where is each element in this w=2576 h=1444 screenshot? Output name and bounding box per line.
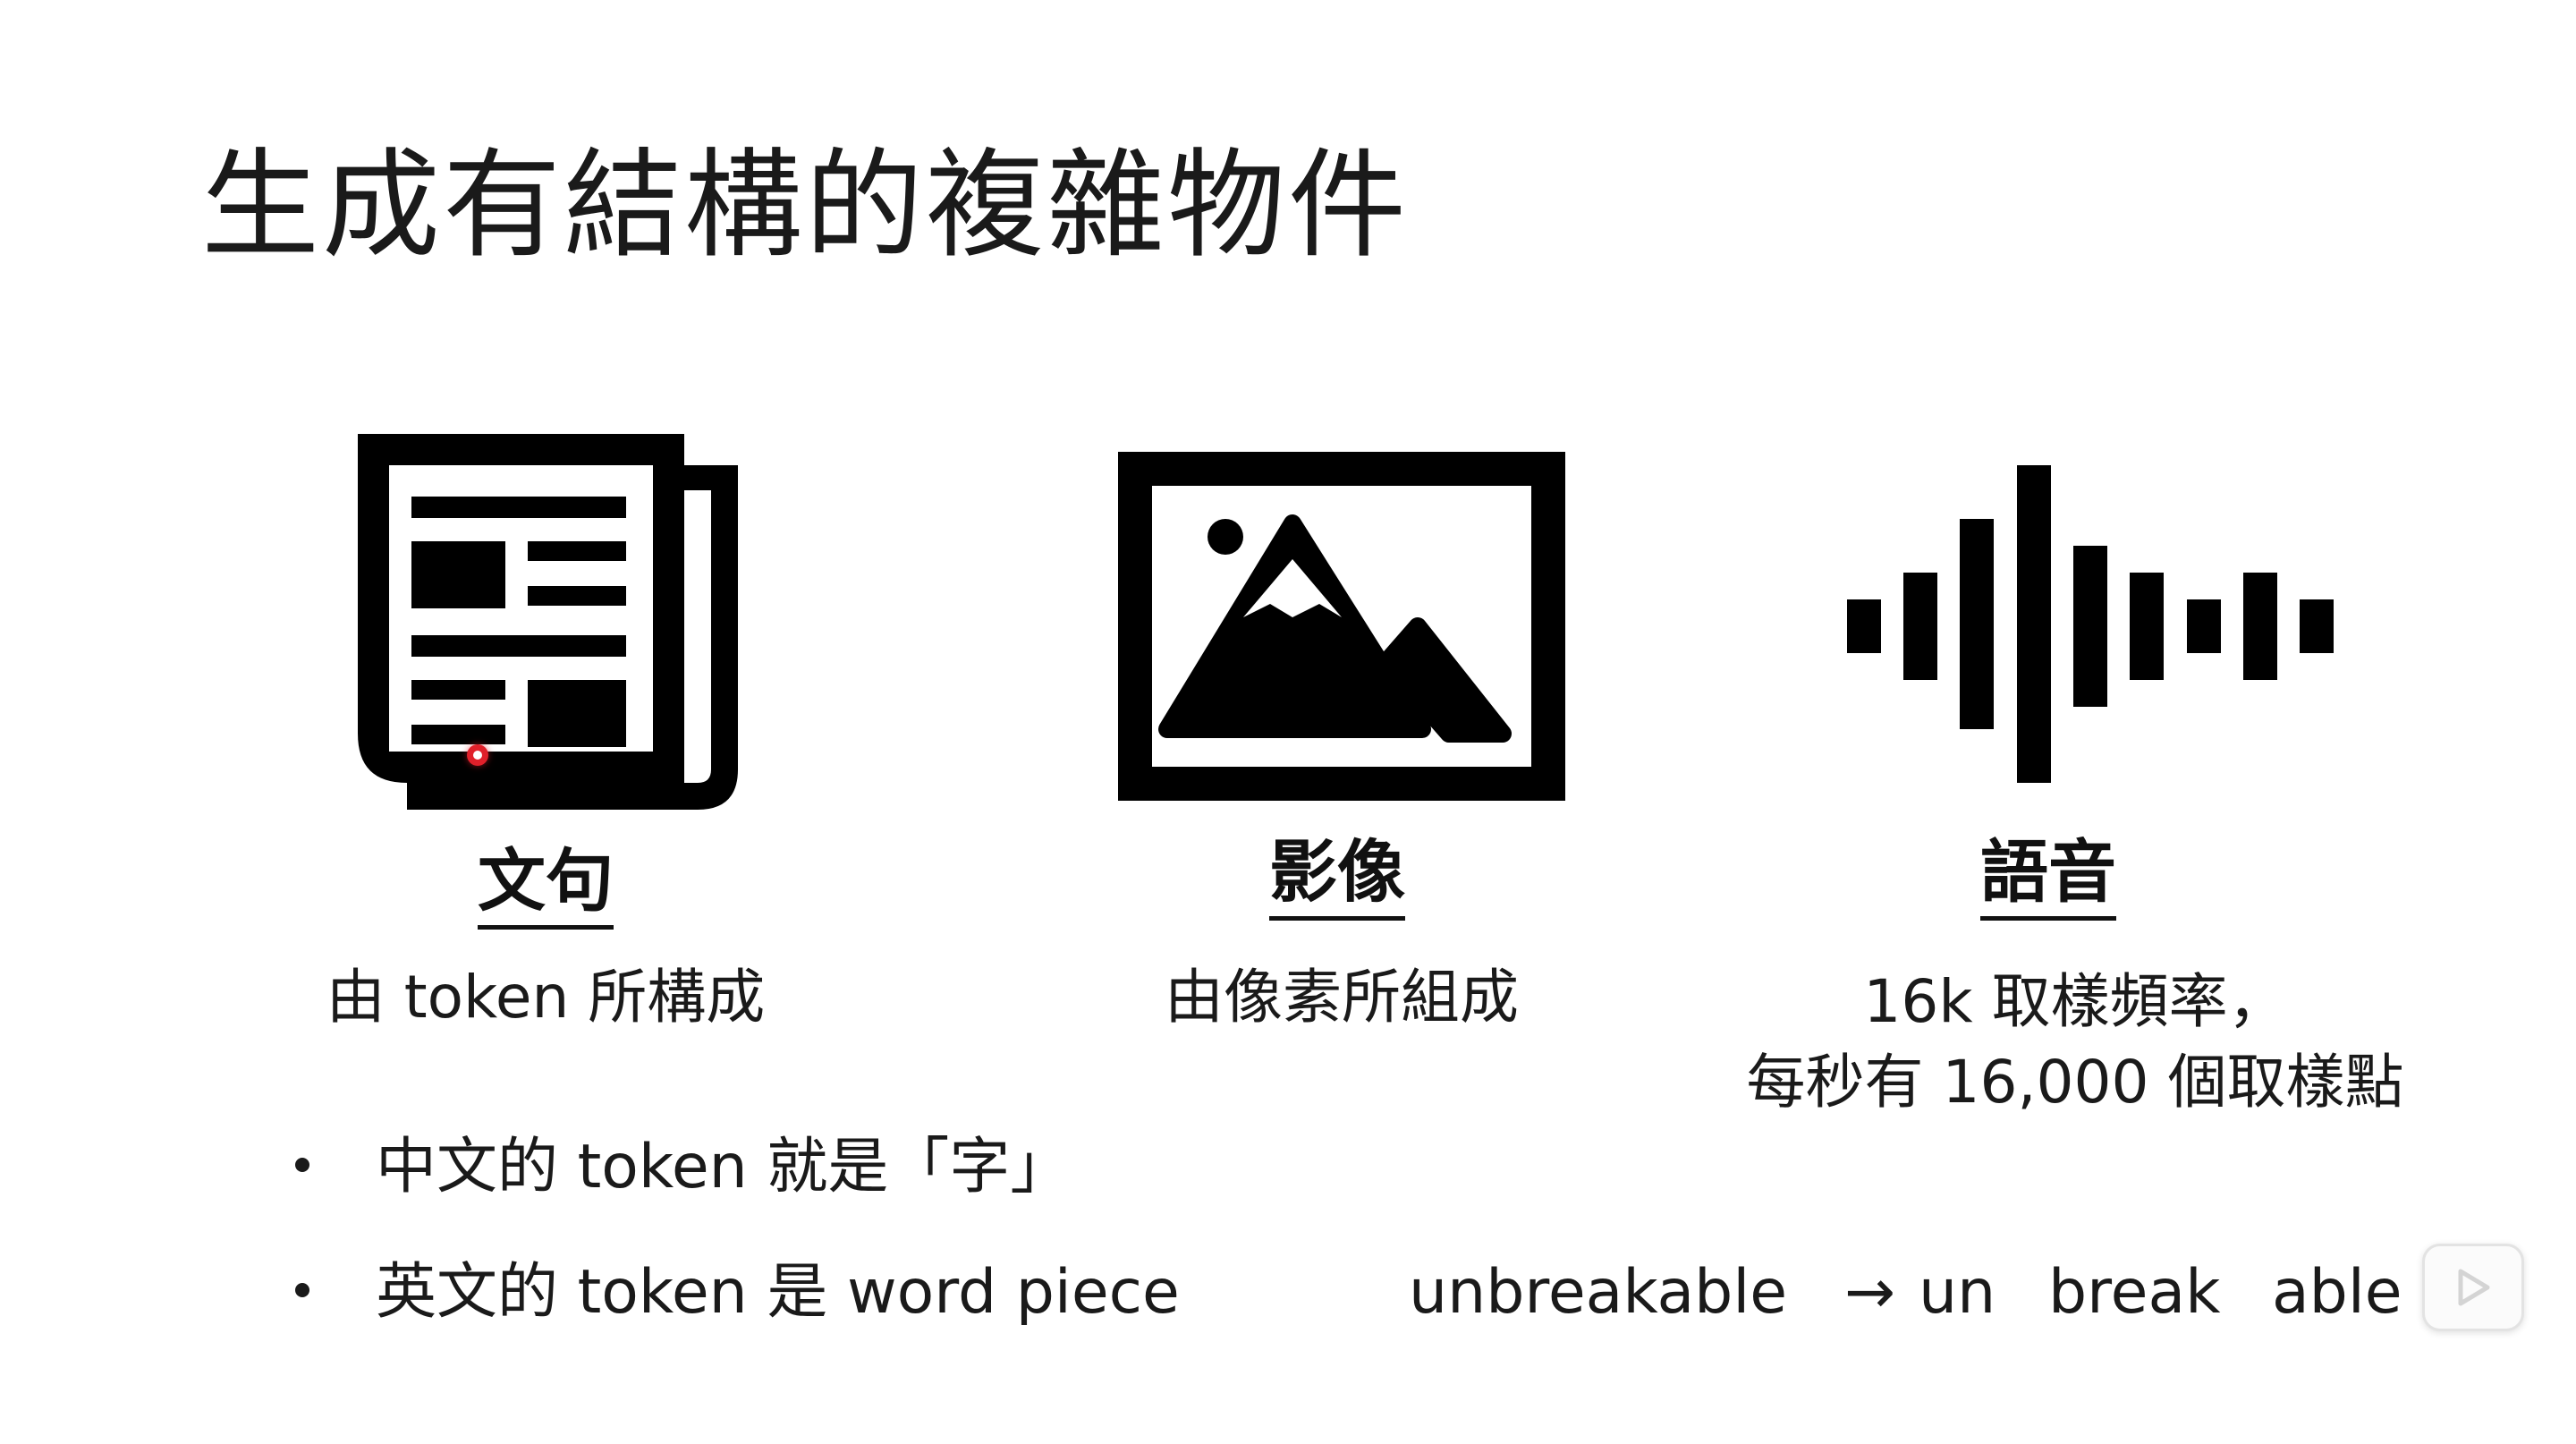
example-arrow: → [1844,1257,1895,1328]
label-speech-underlined: 語音 [1980,832,2116,921]
slide-title: 生成有結構的複雜物件 [201,137,1409,275]
play-icon [2458,1269,2490,1306]
bullet-item: 英文的 token 是 word piece [295,1253,1180,1333]
bullet-dot-icon [295,1283,309,1298]
sound-wave-icon [1847,465,2334,783]
bullet-text: 英文的 token 是 word piece [376,1257,1180,1328]
label-image: 影像 [1203,832,1471,921]
bullet-text: 中文的 token 就是「字」 [376,1132,1072,1202]
image-icon [1118,452,1565,801]
label-speech: 語音 [1914,832,2182,921]
newspaper-icon [353,429,742,819]
example-piece: un [1919,1257,1996,1328]
bullet-dot-icon [295,1158,309,1173]
desc-text: 由 token 所構成 [326,963,766,1032]
example-piece: able [2272,1257,2402,1328]
play-button[interactable] [2422,1244,2524,1331]
bullet-item: 中文的 token 就是「字」 [295,1127,1071,1208]
example-piece: break [2048,1257,2221,1328]
cursor-pointer-icon [467,744,488,766]
desc-speech-line-2: 每秒有 16,000 個取樣點 [1746,1048,2404,1117]
example-word: unbreakable [1409,1257,1788,1328]
label-text: 文句 [411,841,680,930]
desc-image: 由像素所組成 [1165,963,1519,1032]
desc-speech-line-1: 16k 取樣頻率， [1863,967,2287,1036]
label-text-underlined: 文句 [478,841,614,930]
label-image-underlined: 影像 [1269,832,1405,921]
